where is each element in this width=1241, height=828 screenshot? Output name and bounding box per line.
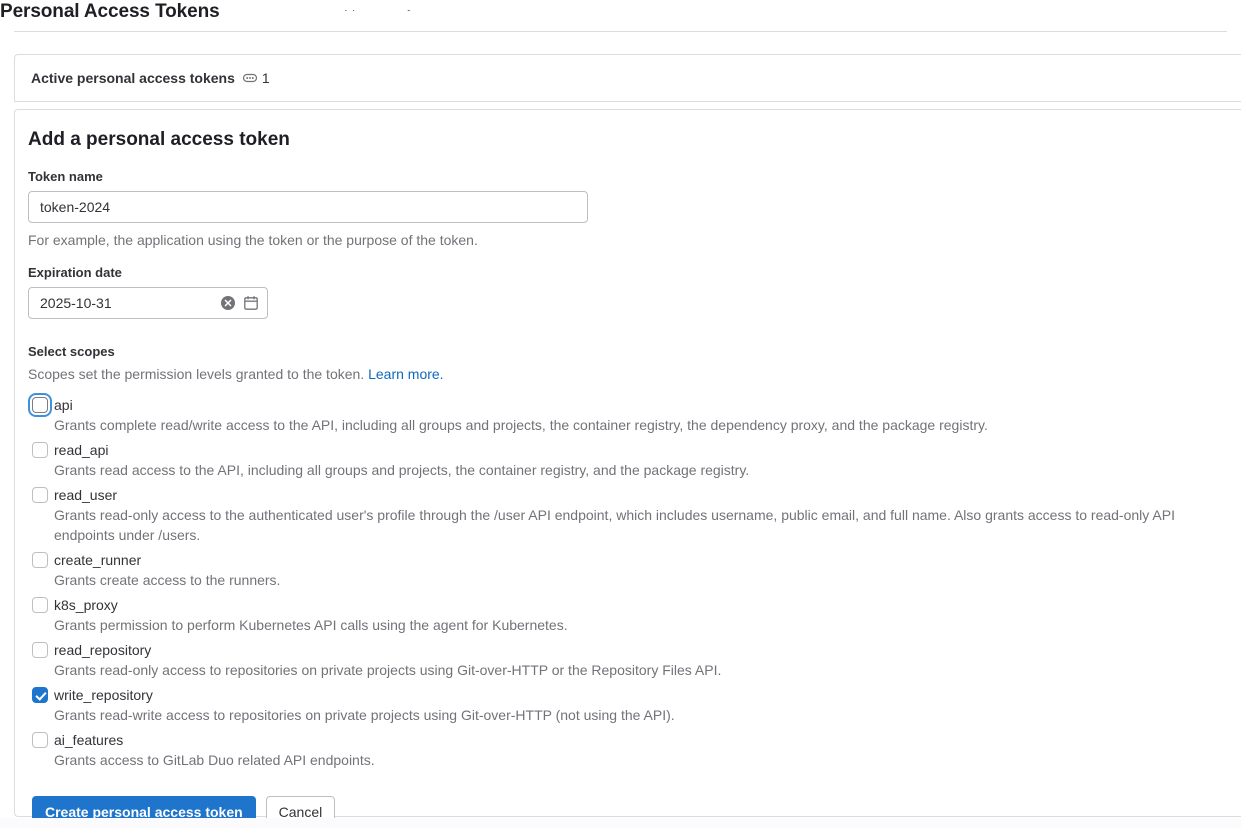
add-token-form-card: Add a personal access token Token name F… (14, 109, 1241, 828)
scope-row: create_runner Grants create access to the… (28, 550, 1238, 590)
intro-paragraph-text: You can generate a personal access token… (14, 10, 1227, 14)
scope-description-ai_features: Grants access to GitLab Duo related API … (54, 752, 375, 768)
scope-row: read_repository Grants read-only access t… (28, 640, 1238, 680)
expiration-date-label: Expiration date (28, 265, 122, 280)
scope-checkbox-read_user[interactable] (32, 487, 48, 503)
scope-label-read_api[interactable]: read_api (54, 440, 1238, 460)
clear-circle-icon[interactable] (220, 295, 236, 311)
scope-description-api: Grants complete read/write access to the… (54, 417, 988, 433)
form-heading: Add a personal access token (28, 129, 290, 150)
scope-label-create_runner[interactable]: create_runner (54, 550, 1238, 570)
scope-description-read_user: Grants read-only access to the authentic… (54, 507, 1175, 543)
expiration-date-field (28, 287, 268, 319)
active-tokens-card-header: Active personal access tokens 1 (15, 55, 1241, 101)
personal-access-tokens-page: Personal Access Tokens You can generate … (0, 0, 1241, 828)
scope-checkbox-api[interactable] (28, 393, 52, 417)
calendar-icon[interactable] (243, 295, 259, 311)
select-scopes-title: Select scopes (28, 344, 115, 359)
token-name-help: For example, the application using the t… (28, 232, 478, 248)
add-token-form: Add a personal access token Token name F… (15, 110, 1241, 828)
scope-row: write_repository Grants read-write access… (28, 685, 1238, 725)
scope-row: read_user Grants read-only access to the … (28, 485, 1238, 545)
scopes-subtitle-text: Scopes set the permission levels granted… (28, 366, 365, 382)
token-name-label: Token name (28, 169, 103, 184)
scope-row: api Grants complete read/write access to … (28, 393, 1238, 435)
scope-checkbox-read_repository[interactable] (32, 642, 48, 658)
active-tokens-title: Active personal access tokens (31, 70, 235, 86)
scope-description-create_runner: Grants create access to the runners. (54, 572, 281, 588)
scope-label-k8s_proxy[interactable]: k8s_proxy (54, 595, 1238, 615)
scope-description-read_repository: Grants read-only access to repositories … (54, 662, 722, 678)
token-name-input[interactable] (28, 191, 588, 223)
scope-checkbox-read_api[interactable] (32, 442, 48, 458)
active-tokens-count: 1 (261, 70, 270, 86)
scope-description-write_repository: Grants read-write access to repositories… (54, 707, 675, 723)
scope-description-k8s_proxy: Grants permission to perform Kubernetes … (54, 617, 568, 633)
active-tokens-badge: 1 (242, 70, 270, 86)
scope-label-read_repository[interactable]: read_repository (54, 640, 1238, 660)
scopes-list: api Grants complete read/write access to … (28, 393, 1238, 770)
active-tokens-card: Active personal access tokens 1 (14, 54, 1241, 102)
scopes-learn-more-link[interactable]: Learn more. (368, 366, 443, 382)
scope-checkbox-ai_features[interactable] (32, 732, 48, 748)
scope-label-read_user[interactable]: read_user (54, 485, 1238, 505)
scope-checkbox-k8s_proxy[interactable] (32, 597, 48, 613)
scope-label-ai_features[interactable]: ai_features (54, 730, 1238, 750)
scope-row: read_api Grants read access to the API, i… (28, 440, 1238, 480)
left-gutter (0, 103, 14, 828)
scope-checkbox-write_repository[interactable] (32, 687, 48, 703)
scope-row: k8s_proxy Grants permission to perform Ku… (28, 595, 1238, 635)
scope-label-api[interactable]: api (54, 395, 1238, 415)
scope-checkbox-create_runner[interactable] (32, 552, 48, 568)
page-background-bottom (0, 818, 1241, 828)
select-scopes-subtitle: Scopes set the permission levels granted… (28, 364, 1238, 384)
scope-label-write_repository[interactable]: write_repository (54, 685, 1238, 705)
scope-row: ai_features Grants access to GitLab Duo r… (28, 730, 1238, 770)
intro-paragraph-clipped: You can generate a personal access token… (14, 10, 1227, 31)
token-icon (242, 70, 258, 86)
scope-description-read_api: Grants read access to the API, including… (54, 462, 750, 478)
header-divider (14, 31, 1227, 32)
